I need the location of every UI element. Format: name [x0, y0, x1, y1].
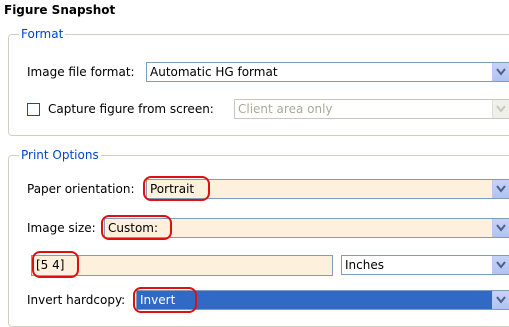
- image-size-values-field[interactable]: [5 4]: [31, 255, 333, 276]
- invert-hardcopy-select[interactable]: Invert: [136, 290, 509, 310]
- capture-figure-label: Capture figure from screen:: [48, 102, 214, 116]
- paper-orientation-dropdown-arrow[interactable]: [492, 180, 509, 198]
- capture-figure-checkbox[interactable]: [27, 103, 40, 116]
- paper-orientation-select[interactable]: Portrait: [146, 179, 509, 199]
- paper-orientation-label: Paper orientation:: [27, 182, 135, 196]
- paper-orientation-value: Portrait: [150, 182, 195, 196]
- capture-area-select[interactable]: Client area only: [234, 99, 509, 119]
- image-size-dropdown-arrow[interactable]: [492, 219, 509, 237]
- chevron-down-icon: [496, 185, 506, 193]
- format-group-label: Format: [19, 26, 66, 42]
- chevron-down-icon: [496, 296, 506, 304]
- invert-hardcopy-label: Invert hardcopy:: [27, 293, 126, 307]
- units-value: Inches: [345, 258, 384, 272]
- chevron-down-icon: [496, 224, 506, 232]
- capture-area-dropdown-arrow[interactable]: [492, 100, 509, 118]
- image-file-format-select[interactable]: Automatic HG format: [146, 62, 509, 82]
- capture-area-value: Client area only: [238, 102, 333, 116]
- invert-hardcopy-value: Invert: [140, 293, 176, 307]
- units-dropdown-arrow[interactable]: [492, 256, 509, 274]
- chevron-down-icon: [496, 105, 506, 113]
- image-size-value: Custom:: [108, 221, 159, 235]
- units-select[interactable]: Inches: [341, 255, 509, 275]
- chevron-down-icon: [496, 68, 506, 76]
- chevron-down-icon: [496, 261, 506, 269]
- image-size-label: Image size:: [27, 221, 96, 235]
- image-size-values: [5 4]: [36, 258, 65, 272]
- image-size-select[interactable]: Custom:: [104, 218, 509, 238]
- format-group: Format: [8, 26, 509, 136]
- image-file-format-value: Automatic HG format: [150, 65, 278, 79]
- print-options-group-label: Print Options: [19, 147, 101, 163]
- image-file-format-label: Image file format:: [27, 65, 135, 79]
- window-title: Figure Snapshot: [4, 3, 116, 17]
- image-file-format-dropdown-arrow[interactable]: [492, 63, 509, 81]
- invert-hardcopy-dropdown-arrow[interactable]: [492, 291, 509, 309]
